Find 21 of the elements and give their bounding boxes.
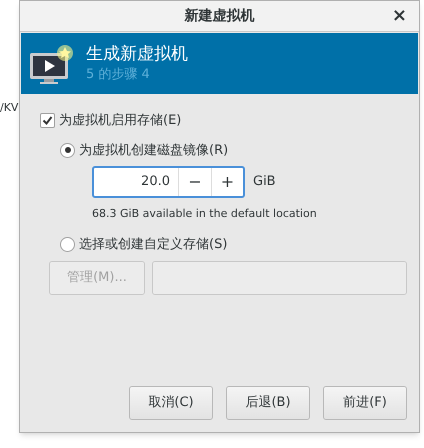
- close-button[interactable]: ×: [392, 5, 407, 27]
- increment-button[interactable]: +: [211, 168, 243, 196]
- header-title: 生成新虚拟机: [86, 42, 188, 64]
- window-title: 新建虚拟机: [184, 6, 254, 26]
- unit-label: GiB: [253, 173, 276, 192]
- radio-label: 为虚拟机创建磁盘镜像(R): [79, 142, 228, 160]
- dialog-button[interactable]: 前进(F): [323, 386, 407, 420]
- dialog-button[interactable]: 后退(B): [226, 386, 310, 420]
- background-text: /KV: [0, 100, 18, 116]
- dialog-button[interactable]: 取消(C): [129, 386, 213, 420]
- radio-label: 选择或创建自定义存储(S): [79, 236, 228, 254]
- checkbox-label: 为虚拟机启用存储(E): [59, 112, 182, 130]
- checkbox[interactable]: [40, 113, 55, 128]
- available-space-text: 68.3 GiB available in the default location: [92, 206, 318, 222]
- radio-button[interactable]: [60, 236, 75, 252]
- size-value: 20.0: [140, 173, 171, 192]
- decrement-button[interactable]: −: [178, 168, 211, 196]
- radio-button[interactable]: [60, 142, 75, 158]
- disk-size-spinbox[interactable]: 20.0 − +: [92, 166, 245, 198]
- monitor-star-icon: [28, 42, 74, 84]
- step-text: 5 的步骤 4: [86, 66, 151, 84]
